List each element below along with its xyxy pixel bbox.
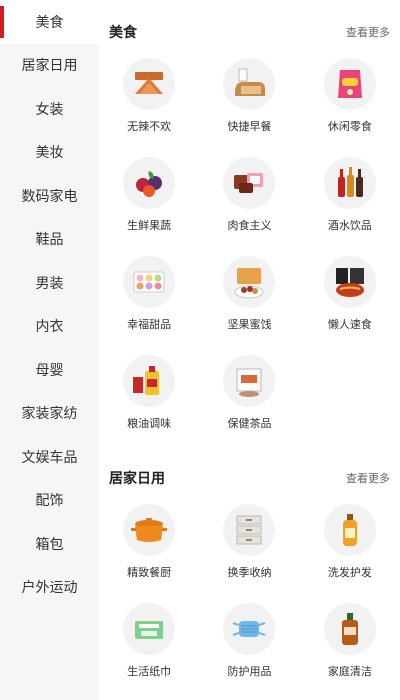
sidebar-item-label: 居家日用 — [21, 58, 78, 75]
tile-label: 懒人速食 — [327, 318, 372, 331]
sidebar-item-label: 女装 — [35, 101, 64, 118]
tea-icon — [223, 355, 276, 407]
category-tile[interactable]: 生鲜果蔬 — [99, 147, 199, 246]
food-grid: 无辣不欢 快捷早餐 休闲零食 生鲜果蔬 肉食主义 酒水饮品 幸福甜品 坚果蜜饯 … — [99, 48, 400, 444]
category-tile[interactable]: 懒人速食 — [300, 246, 400, 345]
sidebar-item-bags[interactable]: 箱包 — [0, 522, 99, 566]
category-tile[interactable]: 家庭清洁 — [300, 593, 400, 692]
tile-label: 粮油调味 — [127, 417, 172, 430]
category-tile[interactable]: 生活纸巾 — [99, 593, 199, 692]
sidebar-item-label: 母婴 — [35, 362, 64, 379]
sidebar-item-label: 文娱车品 — [21, 449, 78, 466]
sidebar-item-mens-wear[interactable]: 男装 — [0, 261, 99, 305]
tile-label: 洗发护发 — [327, 566, 372, 579]
pot-icon — [123, 504, 176, 556]
sidebar-item-label: 鞋品 — [35, 232, 64, 249]
category-tile[interactable]: 幸福甜品 — [99, 246, 199, 345]
section-title: 居家日用 — [109, 471, 165, 487]
oil-icon — [123, 355, 176, 407]
section-header-food: 美食 查看更多 — [99, 16, 400, 48]
sidebar-item-label: 箱包 — [35, 536, 64, 553]
sidebar-item-home-daily[interactable]: 居家日用 — [0, 44, 99, 88]
mask-icon — [223, 603, 276, 655]
tile-label: 保健茶品 — [227, 417, 272, 430]
category-tile[interactable]: 坚果蜜饯 — [199, 246, 299, 345]
sidebar-item-baby[interactable]: 母婴 — [0, 348, 99, 392]
sidebar-item-label: 男装 — [35, 275, 64, 292]
home-daily-grid: 精致餐厨 换季收纳 洗发护发 生活纸巾 防护用品 家庭清洁 — [99, 494, 400, 692]
tile-label: 酒水饮品 — [327, 219, 372, 232]
tile-label: 换季收纳 — [227, 566, 272, 579]
sidebar-item-label: 美妆 — [35, 145, 64, 162]
noodles-icon — [323, 256, 376, 308]
sidebar-item-shoes[interactable]: 鞋品 — [0, 218, 99, 262]
category-content: 美食 查看更多 无辣不欢 快捷早餐 休闲零食 生鲜果蔬 肉食主义 酒水饮品 幸福… — [99, 0, 400, 700]
tile-label: 幸福甜品 — [127, 318, 172, 331]
tile-label: 无辣不欢 — [127, 120, 172, 133]
nuts-icon — [223, 256, 276, 308]
category-tile[interactable]: 洗发护发 — [300, 494, 400, 593]
category-tile[interactable]: 休闲零食 — [300, 48, 400, 147]
bread-icon — [223, 58, 276, 110]
tile-label: 快捷早餐 — [227, 120, 272, 133]
tile-label: 防护用品 — [227, 665, 272, 678]
tile-label: 生活纸巾 — [127, 665, 172, 678]
meat-snack-icon — [123, 58, 176, 110]
cleaner-icon — [323, 603, 376, 655]
tile-label: 精致餐厨 — [127, 566, 172, 579]
sidebar-item-label: 数码家电 — [21, 188, 78, 205]
tissue-icon — [123, 603, 176, 655]
sidebar-item-home-textile[interactable]: 家装家纺 — [0, 392, 99, 436]
category-tile[interactable]: 无辣不欢 — [99, 48, 199, 147]
sidebar-item-label: 户外运动 — [21, 580, 78, 597]
category-tile[interactable]: 粮油调味 — [99, 345, 199, 444]
sidebar-item-food[interactable]: 美食 — [0, 0, 99, 44]
sidebar-item-womens-wear[interactable]: 女装 — [0, 87, 99, 131]
sidebar-item-label: 内衣 — [35, 319, 64, 336]
sidebar-item-accessories[interactable]: 配饰 — [0, 479, 99, 523]
macaron-icon — [123, 256, 176, 308]
sidebar-item-beauty[interactable]: 美妆 — [0, 131, 99, 175]
category-sidebar: 美食 居家日用 女装 美妆 数码家电 鞋品 男装 内衣 母婴 家装家纺 文娱车品… — [0, 0, 99, 700]
sidebar-item-entertainment[interactable]: 文娱车品 — [0, 435, 99, 479]
tile-label: 休闲零食 — [327, 120, 372, 133]
sidebar-item-label: 配饰 — [35, 493, 64, 510]
sidebar-item-outdoor[interactable]: 户外运动 — [0, 566, 99, 610]
tile-label: 家庭清洁 — [327, 665, 372, 678]
sidebar-item-label: 美食 — [35, 14, 64, 31]
chips-icon — [323, 58, 376, 110]
category-tile[interactable]: 保健茶品 — [199, 345, 299, 444]
sidebar-item-label: 家装家纺 — [21, 406, 78, 423]
section-title: 美食 — [109, 25, 137, 41]
meat-icon — [223, 157, 276, 209]
see-more-link[interactable]: 查看更多 — [346, 470, 390, 486]
storage-icon — [223, 504, 276, 556]
category-tile[interactable]: 肉食主义 — [199, 147, 299, 246]
fruit-icon — [123, 157, 176, 209]
category-tile[interactable]: 精致餐厨 — [99, 494, 199, 593]
tile-label: 坚果蜜饯 — [227, 318, 272, 331]
shampoo-icon — [323, 504, 376, 556]
category-tile[interactable]: 防护用品 — [199, 593, 299, 692]
category-tile[interactable]: 酒水饮品 — [300, 147, 400, 246]
tile-label: 肉食主义 — [227, 219, 272, 232]
see-more-link[interactable]: 查看更多 — [346, 24, 390, 40]
sidebar-item-digital[interactable]: 数码家电 — [0, 174, 99, 218]
tile-label: 生鲜果蔬 — [127, 219, 172, 232]
category-tile[interactable]: 换季收纳 — [199, 494, 299, 593]
category-tile[interactable]: 快捷早餐 — [199, 48, 299, 147]
sidebar-item-underwear[interactable]: 内衣 — [0, 305, 99, 349]
section-header-home-daily: 居家日用 查看更多 — [99, 462, 400, 494]
bottles-icon — [323, 157, 376, 209]
